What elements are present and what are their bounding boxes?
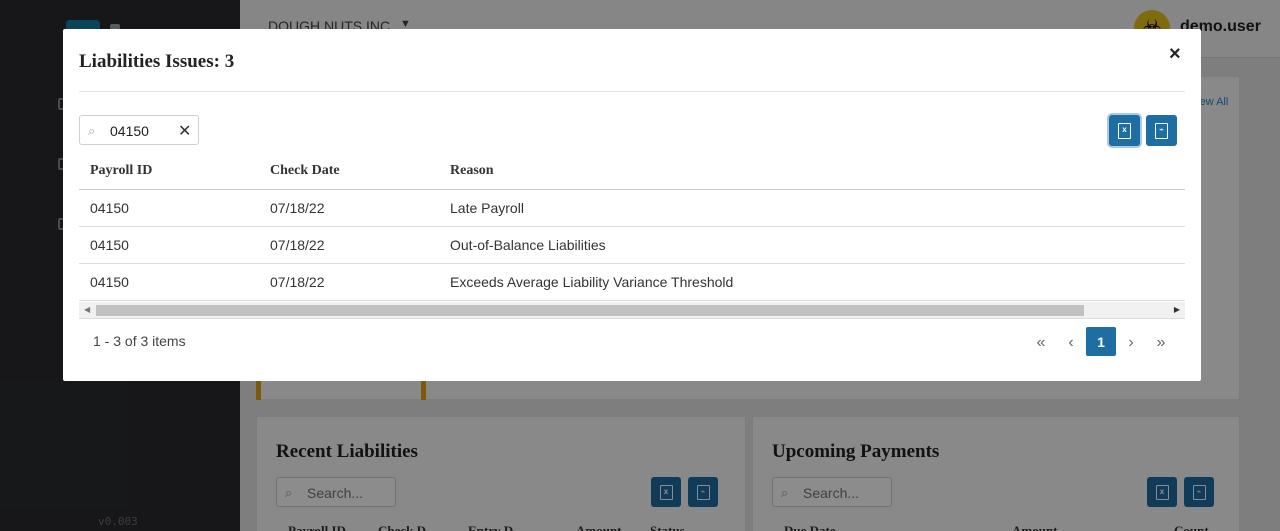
reason-cell: Late Payroll <box>450 200 524 216</box>
payroll-id-cell: 04150 <box>90 237 129 253</box>
export-pdf-button[interactable]: ⌁ <box>1146 115 1177 146</box>
reason-cell: Exceeds Average Liability Variance Thres… <box>450 274 734 290</box>
pager-info: 1 - 3 of 3 items <box>93 333 186 349</box>
column-header-reason[interactable]: Reason <box>450 163 494 179</box>
column-header-payroll-id[interactable]: Payroll ID <box>90 163 152 179</box>
next-page-icon[interactable]: › <box>1119 329 1143 357</box>
table-header: Payroll ID Check Date Reason <box>79 152 1185 190</box>
column-header-check-date[interactable]: Check Date <box>270 163 340 179</box>
search-value[interactable]: 04150 <box>110 123 149 139</box>
check-date-cell: 07/18/22 <box>270 237 325 253</box>
check-date-cell: 07/18/22 <box>270 200 325 216</box>
page-button-current[interactable]: 1 <box>1086 327 1116 356</box>
horizontal-scrollbar[interactable]: ◀ ▶ <box>79 302 1185 319</box>
close-icon[interactable]: × <box>1169 43 1181 66</box>
table-row[interactable]: 04150 07/18/22 Out-of-Balance Liabilitie… <box>79 227 1185 264</box>
payroll-id-cell: 04150 <box>90 274 129 290</box>
clear-search-icon[interactable]: ✕ <box>178 121 191 141</box>
issues-table: Payroll ID Check Date Reason 04150 07/18… <box>79 152 1185 301</box>
search-input[interactable]: ⌕ 04150 ✕ <box>79 115 199 145</box>
first-page-icon[interactable]: « <box>1029 329 1053 357</box>
scroll-left-icon[interactable]: ◀ <box>84 305 90 314</box>
modal-divider <box>79 91 1185 92</box>
payroll-id-cell: 04150 <box>90 200 129 216</box>
reason-cell: Out-of-Balance Liabilities <box>450 237 606 253</box>
scroll-right-icon[interactable]: ▶ <box>1174 305 1180 314</box>
file-excel-icon: x <box>1118 122 1131 139</box>
search-icon: ⌕ <box>88 123 96 138</box>
table-row[interactable]: 04150 07/18/22 Late Payroll <box>79 190 1185 227</box>
previous-page-icon[interactable]: ‹ <box>1059 329 1083 357</box>
export-excel-button[interactable]: x <box>1109 115 1140 146</box>
modal-title: Liabilities Issues: 3 <box>79 51 235 72</box>
last-page-icon[interactable]: » <box>1149 329 1173 357</box>
file-pdf-icon: ⌁ <box>1155 122 1168 139</box>
check-date-cell: 07/18/22 <box>270 274 325 290</box>
scrollbar-thumb[interactable] <box>96 305 1084 316</box>
table-row[interactable]: 04150 07/18/22 Exceeds Average Liability… <box>79 264 1185 301</box>
liabilities-issues-modal: Liabilities Issues: 3 × ⌕ 04150 ✕ x ⌁ Pa… <box>63 29 1201 381</box>
